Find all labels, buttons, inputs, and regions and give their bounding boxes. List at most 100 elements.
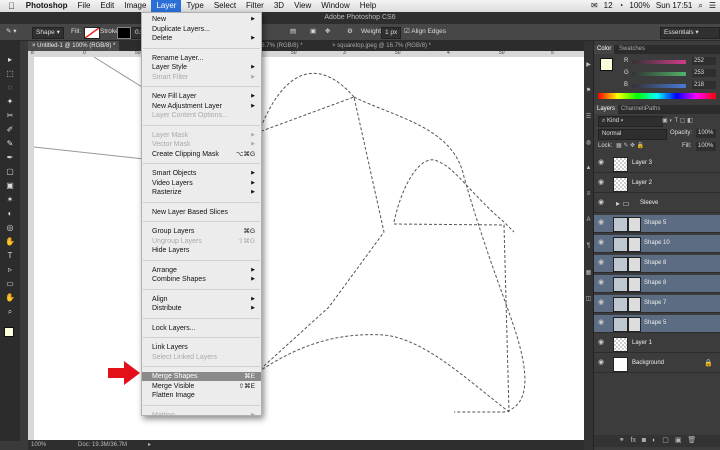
menu-photoshop[interactable]: Photoshop [21,0,73,12]
tool-icon[interactable]: ▭ [4,279,16,289]
layer-row[interactable]: ◉ Layer 1 [594,335,720,353]
menu-item-lock-layers[interactable]: Lock Layers... [142,324,261,333]
menu-filter[interactable]: Filter [241,0,269,12]
battery-text[interactable]: 100% [629,0,649,12]
panel-dock-icon[interactable]: ⚑ [585,87,592,96]
tool-icon[interactable]: ✒ [4,153,16,163]
menu-item-merge-shapes[interactable]: Merge Shapes ⌘E [142,372,261,381]
tool-icon[interactable]: ✦ [4,97,16,107]
menu-window[interactable]: Window [316,0,354,12]
panel-dock-icon[interactable]: ▲ [585,165,592,174]
panel-dock-icon[interactable]: ¶ [585,243,592,252]
tool-icon[interactable]: ✋ [4,237,16,247]
menu-item-new-layer-based-slices[interactable]: New Layer Based Slices [142,208,261,217]
layer-row[interactable]: ◉ Layer 3 [594,155,720,173]
arrange-icon[interactable]: ✥ [325,27,330,37]
blend-mode-select[interactable]: Normal [598,129,667,140]
wifi-icon[interactable]: ◔ [619,0,624,12]
tool-icon[interactable]: ▣ [4,181,16,191]
tool-icon[interactable]: T [4,251,16,261]
panel-dock-icon[interactable]: ◫ [585,295,592,304]
eye-icon[interactable]: ◉ [598,179,607,186]
doc-size[interactable]: Doc: 19.3M/36.7M [78,440,127,450]
gear-icon[interactable]: ⚙ [347,27,353,37]
opacity-field[interactable]: 100% [696,129,716,138]
menu-item-arrange[interactable]: Arrange ▶ [142,266,261,275]
eye-icon[interactable]: ◉ [598,339,607,346]
notification-icon[interactable]: ✉ [591,0,598,12]
eye-icon[interactable]: ◉ [598,159,607,166]
menu-item-create-clipping-mask[interactable]: Create Clipping Mask ⌥⌘G [142,150,261,159]
workspace-select[interactable]: Essentials ▾ [660,27,720,39]
status-arrow-icon[interactable]: ▸ [148,440,151,450]
layer-row[interactable]: ◉ Shape 5 [594,215,720,233]
weight-field[interactable]: 1 px [381,27,402,39]
panel-dock-icon[interactable]: ▦ [585,269,592,278]
clock[interactable]: Sun 17:51 [656,0,692,12]
list-icon[interactable]: ☰ [709,0,716,12]
search-icon[interactable]: ⌕ [698,0,702,12]
zoom-level[interactable]: 100% [31,440,46,450]
tab-color[interactable]: Color [594,45,615,54]
tool-icon[interactable]: ◐ [4,209,16,219]
apple-icon[interactable]:  [0,1,21,11]
foreground-swatch[interactable] [600,58,613,71]
tool-icon[interactable]: ✐ [4,125,16,135]
tool-mode-select[interactable]: Shape ▾ [32,27,64,39]
menu-select[interactable]: Select [209,0,241,12]
menu-item-flatten-image[interactable]: Flatten Image [142,391,261,400]
channel-slider[interactable] [632,72,686,76]
menu-item-layer-style[interactable]: Layer Style ▶ [142,63,261,72]
layer-row[interactable]: ◉ Shape 8 [594,255,720,273]
menu-item-smart-objects[interactable]: Smart Objects ▶ [142,169,261,178]
menu-item-delete[interactable]: Delete ▶ [142,34,261,43]
status-count[interactable]: 12 [604,0,613,12]
menu-item-video-layers[interactable]: Video Layers ▶ [142,179,261,188]
folder-icon[interactable]: ▸ ▭ [616,199,630,208]
channel-value-field[interactable]: 252 [692,57,716,65]
menu-item-combine-shapes[interactable]: Combine Shapes ▶ [142,275,261,284]
menu-item-rasterize[interactable]: Rasterize ▶ [142,188,261,197]
menu-item-group-layers[interactable]: Group Layers ⌘G [142,227,261,236]
menu-view[interactable]: View [289,0,316,12]
menu-3d[interactable]: 3D [269,0,289,12]
layer-row[interactable]: ◉ Shape 7 [594,295,720,313]
layer-row[interactable]: ◉ ▸ ▭ Sleeve [594,195,720,213]
menu-item-distribute[interactable]: Distribute ▶ [142,304,261,313]
menu-type[interactable]: Type [181,0,208,12]
layer-row[interactable]: ◉ Shape 8 [594,275,720,293]
menu-item-new-adjustment-layer[interactable]: New Adjustment Layer ▶ [142,102,261,111]
fill-field[interactable]: 100% [696,142,716,151]
menu-help[interactable]: Help [355,0,381,12]
channel-slider[interactable] [632,60,686,64]
color-spectrum[interactable] [598,93,716,99]
channel-slider[interactable] [632,84,686,88]
panel-dock-icon[interactable]: ≡ [585,191,592,200]
kind-filter[interactable]: ⌕ Kind ▾ [598,116,663,127]
panel-dock-icon[interactable]: ◍ [585,139,592,148]
menu-item-rename-layer[interactable]: Rename Layer... [142,54,261,63]
tool-icon[interactable]: ▸ [4,55,16,65]
channel-value-field[interactable]: 253 [692,69,716,77]
tool-icon[interactable]: ✎ [4,139,16,149]
eye-icon[interactable]: ◉ [598,199,607,206]
align-icon[interactable]: ▤ [290,27,296,37]
menu-edit[interactable]: Edit [95,0,119,12]
tool-icon[interactable]: ▹ [4,265,16,275]
layer-row[interactable]: ◉ Shape 5 [594,315,720,333]
foreground-color-chip[interactable] [4,327,14,337]
layer-row[interactable]: ◉ Background 🔒 [594,355,720,373]
eye-icon[interactable]: ◉ [598,219,607,226]
tab-paths[interactable]: Paths [642,105,663,114]
channel-value-field[interactable]: 218 [692,81,716,89]
lock-icons[interactable]: ▦ ✎ ✥ 🔒 [616,142,644,149]
eye-icon[interactable]: ◉ [598,259,607,266]
menu-layer[interactable]: Layer [151,0,182,12]
stroke-swatch[interactable] [117,27,131,39]
tool-icon[interactable]: ⌕ [4,307,16,317]
filter-icons[interactable]: ▣ ◐ T ▢ ◧ [662,117,693,124]
menu-item-merge-visible[interactable]: Merge Visible ⇧⌘E [142,382,261,391]
panel-dock-icon[interactable]: ▶ [585,61,592,70]
menu-item-duplicate-layers[interactable]: Duplicate Layers... [142,25,261,34]
shape-tool-icon[interactable]: ✎ ▾ [6,27,17,37]
